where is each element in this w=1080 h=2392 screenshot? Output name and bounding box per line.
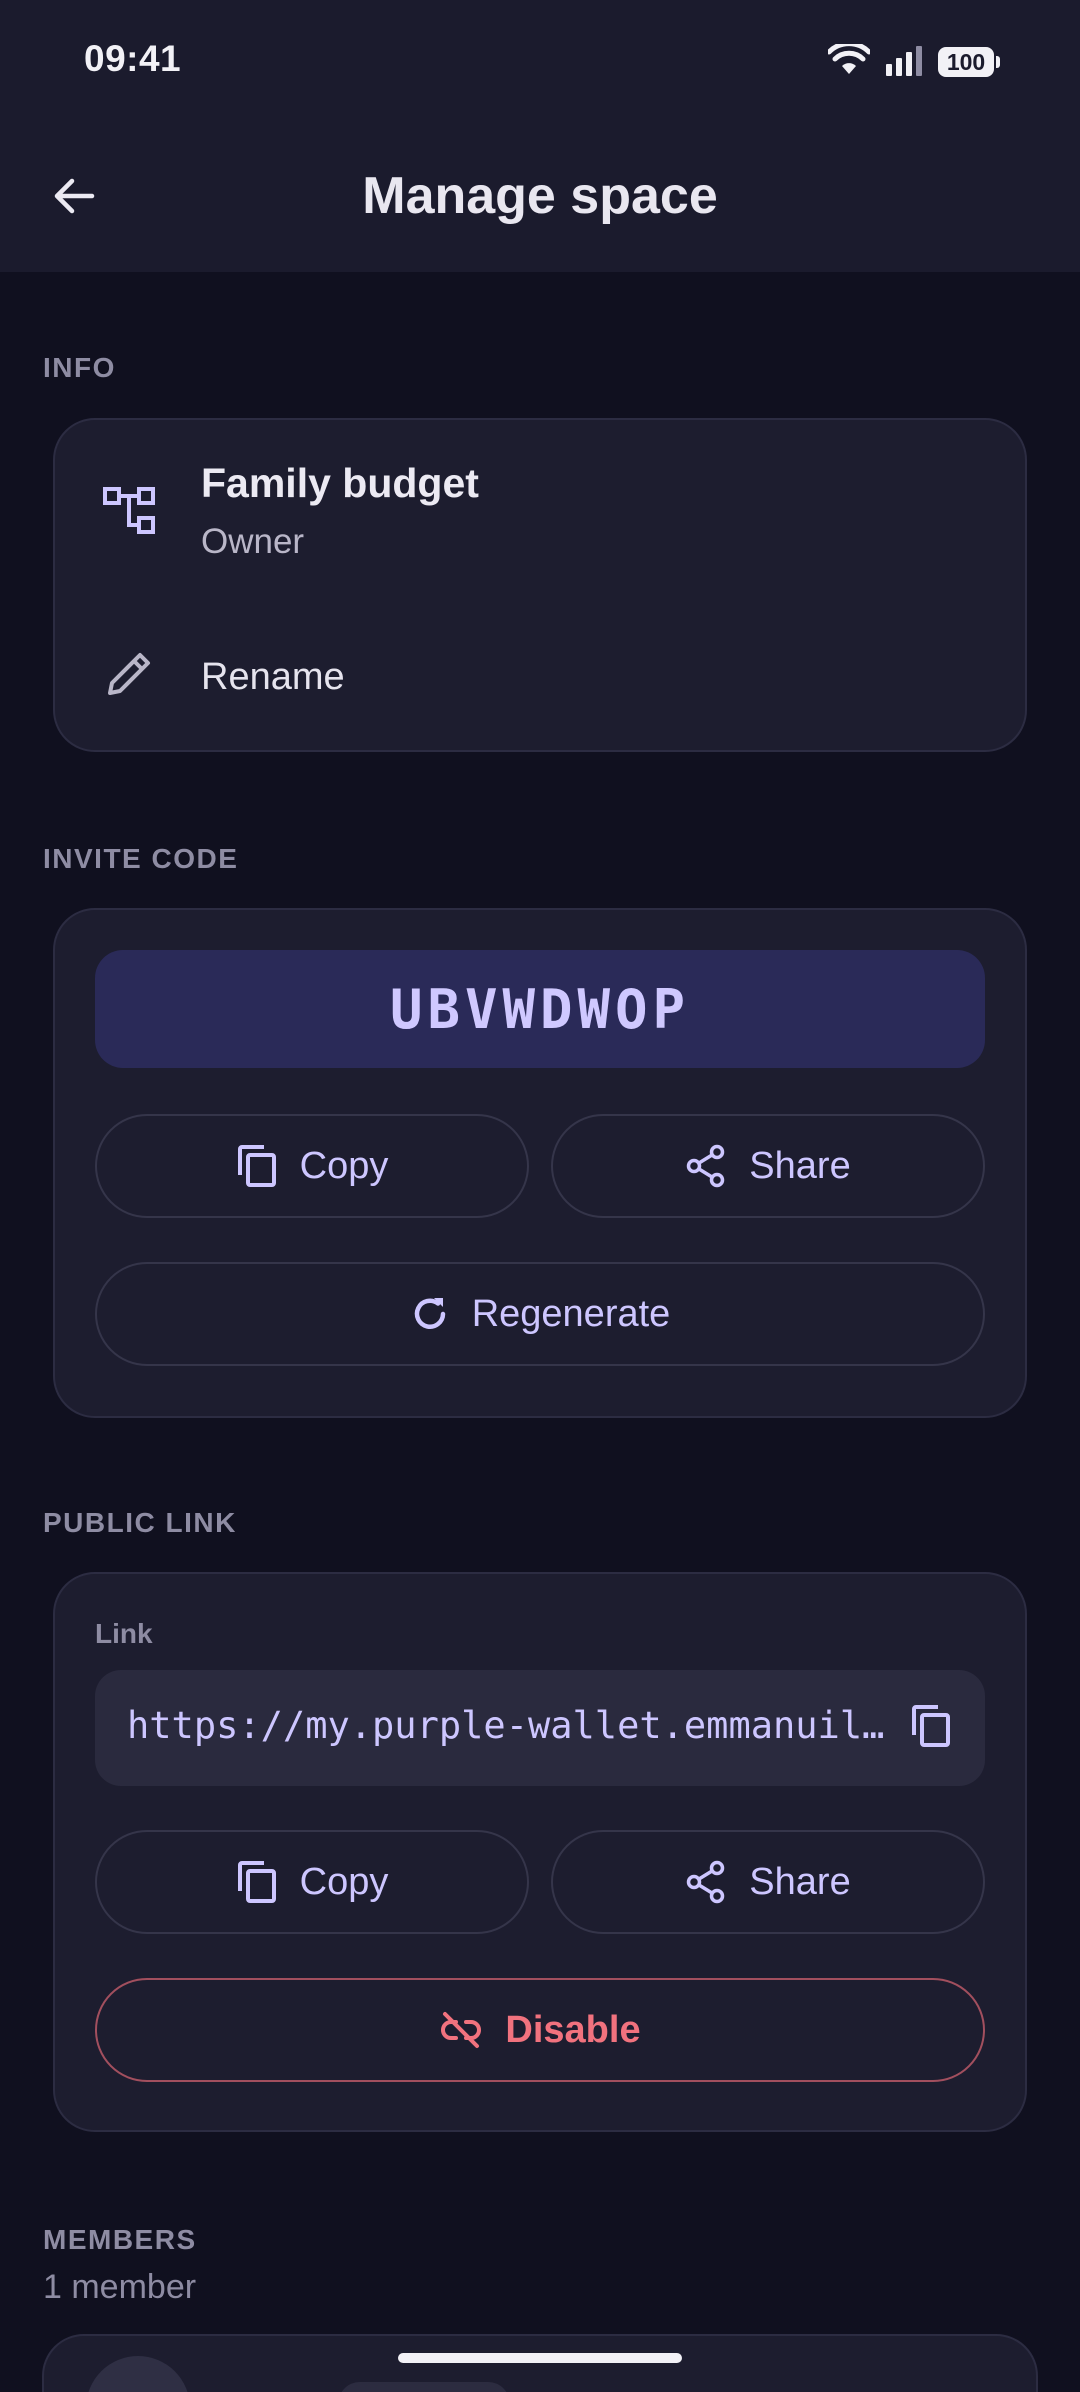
invite-code-value: UBVWDWOP xyxy=(95,950,985,1068)
pencil-icon xyxy=(99,642,161,704)
share-link-button[interactable]: Share xyxy=(551,1830,985,1934)
public-link-section-label: PUBLIC LINK xyxy=(43,1507,237,1538)
public-link-card: Link https://my.purple-wallet.emmanuil… xyxy=(53,1572,1027,2132)
public-link-field: https://my.purple-wallet.emmanuil… xyxy=(95,1670,985,1786)
regenerate-code-label: Regenerate xyxy=(471,1292,671,1335)
members-section-label: MEMBERS xyxy=(43,2224,197,2255)
rename-label: Rename xyxy=(201,656,345,698)
space-role: Owner xyxy=(201,522,305,561)
battery-level: 100 xyxy=(938,47,994,77)
disable-link-label: Disable xyxy=(505,2008,641,2051)
manage-space-screen: 09:41 100 Manage space INFO Family budge… xyxy=(0,0,1080,2392)
top-app-bar: 09:41 100 Manage space xyxy=(0,0,1080,272)
status-time: 09:41 xyxy=(84,38,182,79)
avatar xyxy=(86,2356,190,2392)
disable-link-button[interactable]: Disable xyxy=(95,1978,985,2082)
cellular-signal-icon xyxy=(884,44,924,81)
link-field-label: Link xyxy=(95,1618,153,1649)
member-card[interactable] xyxy=(42,2334,1038,2392)
invite-code-card: UBVWDWOP Copy Share Regenerate xyxy=(53,908,1027,1418)
members-count: 1 member xyxy=(43,2268,197,2306)
share-code-label: Share xyxy=(749,1144,851,1187)
copy-link-icon-button[interactable] xyxy=(903,1700,959,1756)
copy-icon xyxy=(236,1143,278,1189)
copy-link-button[interactable]: Copy xyxy=(95,1830,529,1934)
copy-code-label: Copy xyxy=(299,1144,389,1187)
invite-code-section-label: INVITE CODE xyxy=(43,843,239,874)
account-tree-icon xyxy=(99,480,161,542)
copy-icon xyxy=(236,1859,278,1905)
page-title: Manage space xyxy=(362,167,718,225)
link-off-icon xyxy=(439,2010,483,2050)
public-link-url: https://my.purple-wallet.emmanuil… xyxy=(127,1704,885,1747)
share-code-button[interactable]: Share xyxy=(551,1114,985,1218)
battery-icon: 100 xyxy=(938,47,1000,77)
copy-icon xyxy=(910,1703,952,1754)
status-icons: 100 xyxy=(826,40,1000,82)
space-name: Family budget xyxy=(201,460,479,506)
info-section-label: INFO xyxy=(43,352,116,383)
share-icon xyxy=(685,1860,727,1904)
share-link-label: Share xyxy=(749,1860,851,1903)
share-icon xyxy=(685,1144,727,1188)
copy-link-label: Copy xyxy=(299,1860,389,1903)
refresh-icon xyxy=(410,1294,450,1334)
info-card: Family budget Owner Rename xyxy=(53,418,1027,752)
wifi-icon xyxy=(826,40,872,81)
rename-row[interactable]: Rename xyxy=(55,614,1025,734)
home-indicator[interactable] xyxy=(398,2353,682,2363)
copy-code-button[interactable]: Copy xyxy=(95,1114,529,1218)
member-role-chip xyxy=(338,2382,510,2392)
regenerate-code-button[interactable]: Regenerate xyxy=(95,1262,985,1366)
